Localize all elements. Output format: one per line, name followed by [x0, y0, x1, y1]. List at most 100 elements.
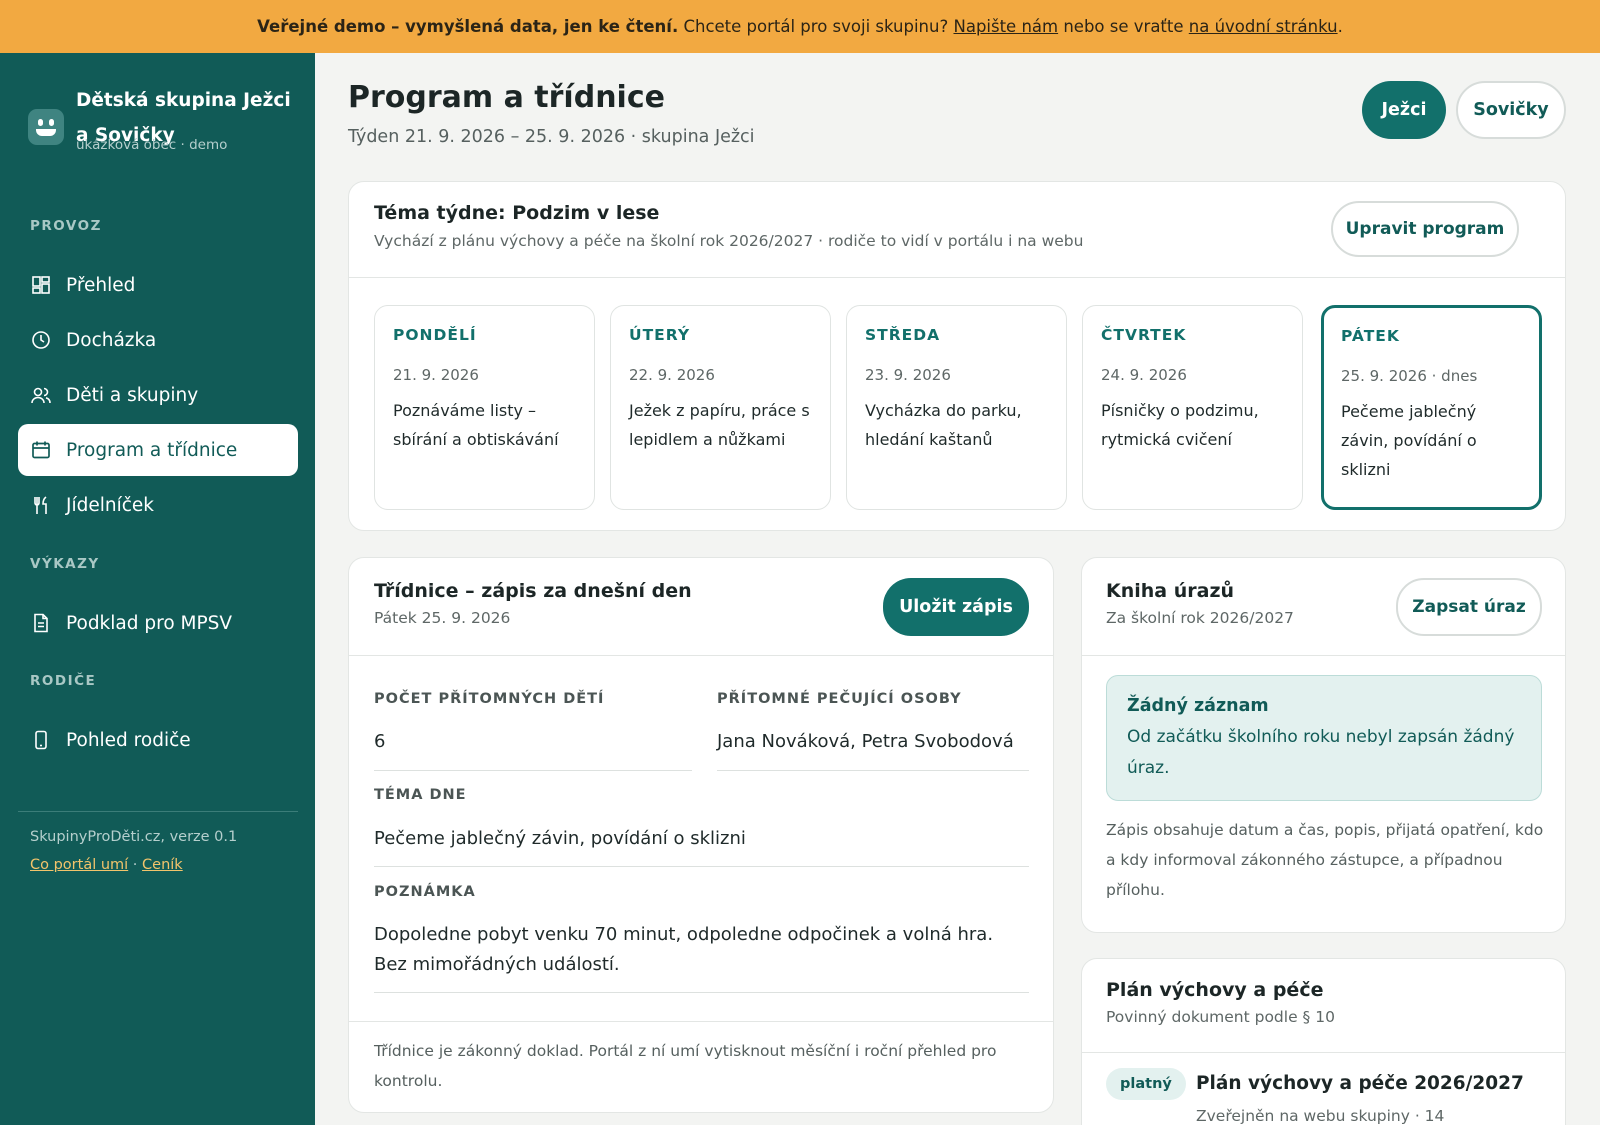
card-divider: [1082, 655, 1565, 656]
children-count-label: POČET PŘÍTOMNÝCH DĚTÍ: [374, 691, 605, 707]
footer-links: Co portál umí · Ceník: [30, 857, 183, 873]
day-text: Vycházka do parku, hledání kaštanů: [865, 401, 1022, 449]
version-text: SkupinyProDěti.cz, verze 0.1: [30, 829, 238, 845]
injuries-subtitle: Za školní rok 2026/2027: [1106, 609, 1294, 627]
plan-card: Plán výchovy a péče Povinný dokument pod…: [1081, 958, 1566, 1125]
field-underline: [374, 770, 692, 771]
field-underline: [374, 866, 1029, 867]
day-text: Poznáváme listy – sbírání a obtiskávání: [393, 401, 559, 449]
cutlery-icon: [30, 494, 52, 516]
card-divider: [349, 277, 1565, 278]
sidebar-item-label: Program a třídnice: [66, 439, 238, 461]
day-name: PÁTEK: [1341, 327, 1400, 345]
injuries-note: Zápis obsahuje datum a čas, popis, přija…: [1106, 821, 1544, 899]
clock-icon: [30, 329, 52, 351]
section-vykazy: VÝKAZY: [30, 556, 100, 572]
features-link[interactable]: Co portál umí: [30, 857, 128, 873]
sidebar-item-label: Docházka: [66, 329, 157, 351]
empty-state-text: Od začátku školního roku nebyl zapsán žá…: [1127, 727, 1515, 778]
carers-label: PŘÍTOMNÉ PEČUJÍCÍ OSOBY: [717, 691, 962, 707]
page-title: Program a třídnice: [348, 80, 665, 115]
home-link[interactable]: na úvodní stránku: [1189, 17, 1338, 36]
plan-subtitle: Povinný dokument podle § 10: [1106, 1008, 1335, 1026]
day-card-thursday[interactable]: ČTVRTEK 24. 9. 2026 Písničky o podzimu, …: [1082, 305, 1303, 510]
banner-middle: Chcete portál pro svoji skupinu?: [678, 17, 954, 36]
plan-title: Plán výchovy a péče: [1106, 979, 1324, 1001]
day-text: Písničky o podzimu, rytmická cvičení: [1101, 401, 1259, 449]
section-rodice: RODIČE: [30, 673, 97, 689]
sidebar: Dětská skupina Ježci a Sovičky ukázková …: [0, 53, 315, 1125]
topic-input[interactable]: Pečeme jablečný závin, povídání o sklizn…: [374, 824, 746, 854]
sidebar-item-mpsv[interactable]: Podklad pro MPSV: [18, 597, 298, 649]
injuries-card: Kniha úrazů Za školní rok 2026/2027 Zaps…: [1081, 557, 1566, 933]
group-jezci-button[interactable]: Ježci: [1362, 81, 1446, 139]
brand-subtitle: ukázková obec · demo: [76, 137, 228, 153]
sidebar-divider: [18, 811, 298, 812]
tridnice-subtitle: Pátek 25. 9. 2026: [374, 609, 511, 627]
sidebar-item-prehled[interactable]: Přehled: [18, 259, 298, 311]
card-divider: [1082, 1052, 1565, 1053]
sidebar-item-label: Jídelníček: [66, 494, 154, 516]
day-date: 23. 9. 2026: [865, 366, 951, 384]
sidebar-item-label: Podklad pro MPSV: [66, 612, 233, 634]
log-injury-button[interactable]: Zapsat úraz: [1396, 578, 1542, 636]
sidebar-item-dochazka[interactable]: Docházka: [18, 314, 298, 366]
sidebar-item-rodic[interactable]: Pohled rodiče: [18, 714, 298, 766]
plan-document-subtitle: Zveřejněn na webu skupiny · 14: [1196, 1107, 1445, 1125]
pricing-link[interactable]: Ceník: [142, 857, 183, 873]
day-date: 21. 9. 2026: [393, 366, 479, 384]
note-input[interactable]: Dopoledne pobyt venku 70 minut, odpoledn…: [374, 920, 1024, 980]
theme-card: Téma týdne: Podzim v lese Vychází z plán…: [348, 181, 1566, 531]
banner-lead: Veřejné demo – vymyšlená data, jen ke čt…: [257, 17, 679, 36]
day-name: PONDĚLÍ: [393, 326, 477, 344]
demo-banner: Veřejné demo – vymyšlená data, jen ke čt…: [0, 0, 1600, 53]
dashboard-icon: [30, 274, 52, 296]
phone-icon: [30, 729, 52, 751]
sidebar-item-jidelnicek[interactable]: Jídelníček: [18, 479, 298, 531]
card-divider: [349, 1021, 1053, 1022]
sidebar-item-label: Děti a skupiny: [66, 384, 199, 406]
day-card-wednesday[interactable]: STŘEDA 23. 9. 2026 Vycházka do parku, hl…: [846, 305, 1067, 510]
day-text: Ježek z papíru, práce s lepidlem a nůžka…: [629, 401, 810, 449]
status-badge: platný: [1106, 1068, 1186, 1100]
field-underline: [717, 770, 1029, 771]
users-icon: [30, 384, 52, 406]
day-date: 24. 9. 2026: [1101, 366, 1187, 384]
day-date: 25. 9. 2026 · dnes: [1341, 367, 1478, 385]
children-count-input[interactable]: 6: [374, 727, 385, 757]
banner-end: .: [1337, 17, 1343, 36]
save-entry-button[interactable]: Uložit zápis: [883, 578, 1029, 636]
topic-label: TÉMA DNE: [374, 787, 467, 803]
sidebar-item-deti[interactable]: Děti a skupiny: [18, 369, 298, 421]
day-card-friday-today[interactable]: PÁTEK 25. 9. 2026 · dnes Pečeme jablečný…: [1321, 305, 1542, 510]
document-icon: [30, 612, 52, 634]
brand-logo-icon: [28, 109, 64, 145]
injuries-title: Kniha úrazů: [1106, 580, 1235, 602]
empty-state: Žádný záznam Od začátku školního roku ne…: [1106, 675, 1542, 801]
link-separator: ·: [128, 857, 143, 873]
section-provoz: PROVOZ: [30, 218, 102, 234]
tridnice-footer-note: Třídnice je zákonný doklad. Portál z ní …: [374, 1042, 997, 1090]
banner-between: nebo se vraťte: [1058, 17, 1189, 36]
page-subtitle: Týden 21. 9. 2026 – 25. 9. 2026 · skupin…: [348, 127, 755, 147]
sidebar-item-label: Přehled: [66, 274, 136, 296]
theme-title: Téma týdne: Podzim v lese: [374, 202, 660, 224]
note-label: POZNÁMKA: [374, 884, 476, 900]
edit-program-button[interactable]: Upravit program: [1331, 201, 1519, 257]
card-divider: [349, 655, 1053, 656]
day-card-monday[interactable]: PONDĚLÍ 21. 9. 2026 Poznáváme listy – sb…: [374, 305, 595, 510]
day-card-tuesday[interactable]: ÚTERÝ 22. 9. 2026 Ježek z papíru, práce …: [610, 305, 831, 510]
tridnice-card: Třídnice – zápis za dnešní den Pátek 25.…: [348, 557, 1054, 1113]
carers-input[interactable]: Jana Nováková, Petra Svobodová: [717, 727, 1014, 757]
day-text: Pečeme jablečný závin, povídání o sklizn…: [1341, 402, 1477, 479]
empty-state-title: Žádný záznam: [1127, 696, 1269, 716]
contact-link[interactable]: Napište nám: [953, 17, 1058, 36]
sidebar-item-program[interactable]: Program a třídnice: [18, 424, 298, 476]
theme-subtitle: Vychází z plánu výchovy a péče na školní…: [374, 232, 1084, 250]
day-name: ÚTERÝ: [629, 326, 691, 344]
group-sovicky-button[interactable]: Sovičky: [1456, 81, 1566, 139]
plan-document-title[interactable]: Plán výchovy a péče 2026/2027: [1196, 1073, 1524, 1094]
day-name: ČTVRTEK: [1101, 326, 1187, 344]
field-underline: [374, 992, 1029, 993]
day-name: STŘEDA: [865, 326, 941, 344]
